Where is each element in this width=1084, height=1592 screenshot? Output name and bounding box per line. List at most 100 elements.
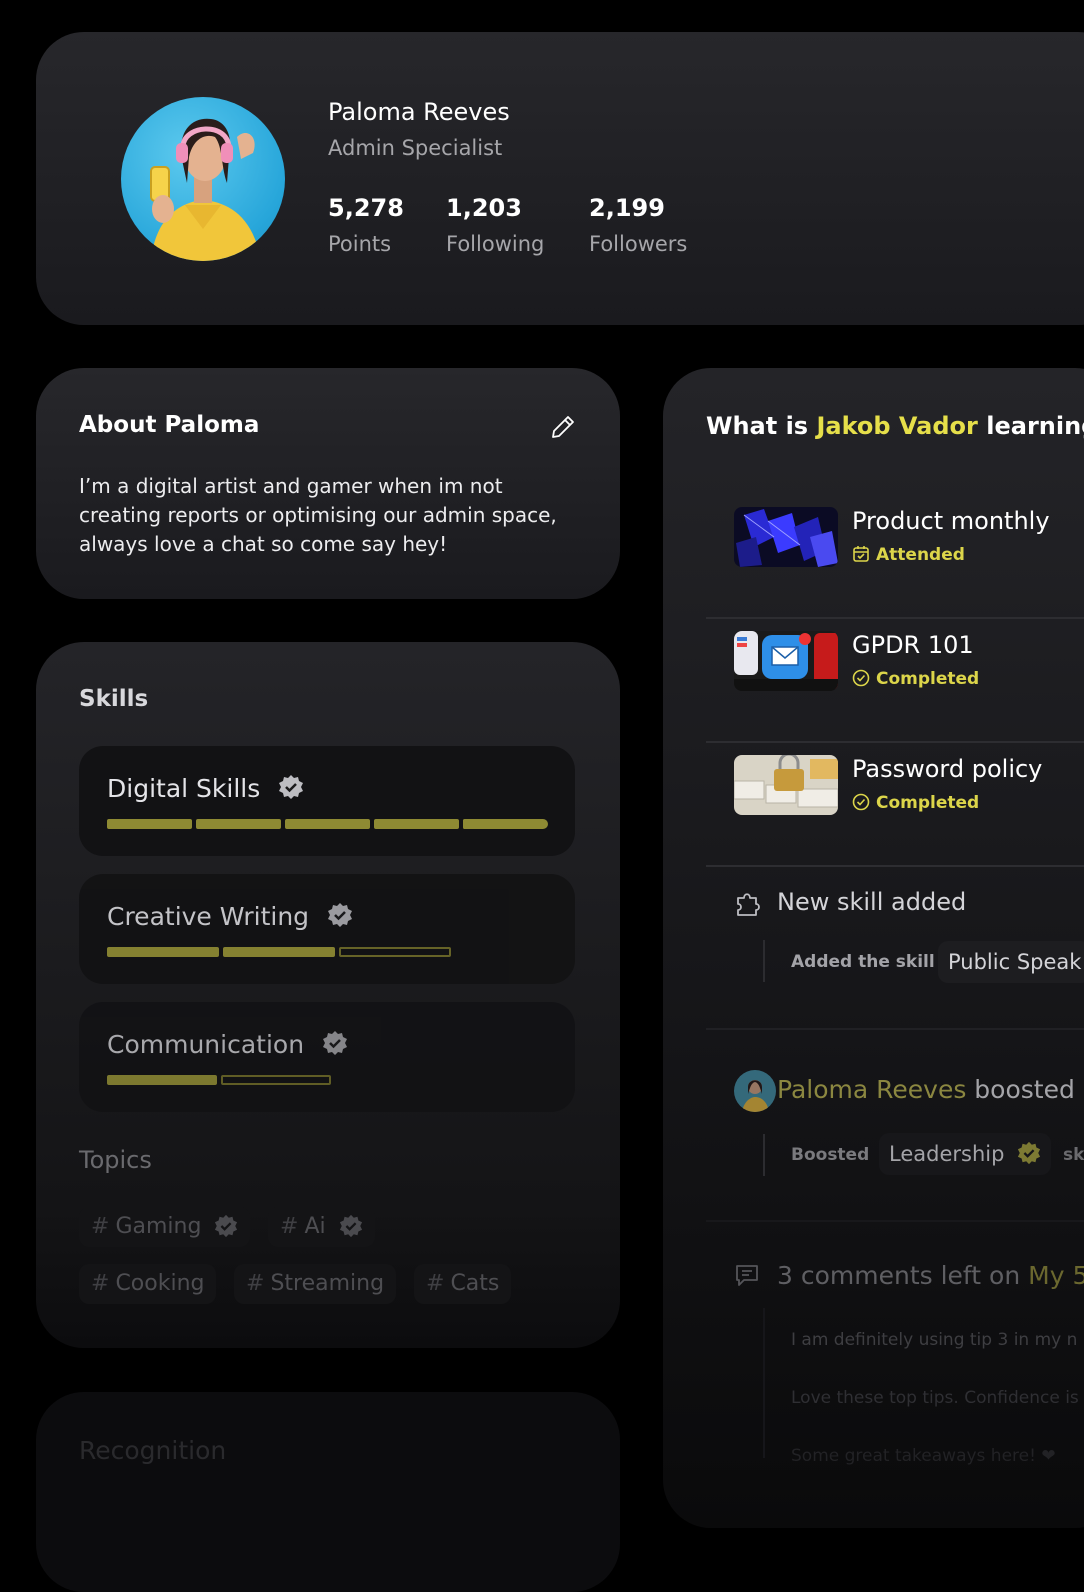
calendar-check-icon — [853, 546, 869, 562]
activity-title: New skill added — [777, 888, 967, 916]
about-text: I’m a digital artist and gamer when im n… — [79, 474, 557, 556]
divider — [706, 1220, 1084, 1222]
skill-communication[interactable]: Communication — [79, 1002, 575, 1112]
overflow-text: sk — [1063, 1145, 1084, 1165]
learning-title: What is Jakob Vador learning? — [706, 412, 1084, 440]
skill-digital-skills[interactable]: Digital Skills — [79, 746, 575, 856]
verified-badge-icon — [215, 1214, 238, 1238]
topic-cats[interactable]: # Cats — [414, 1264, 512, 1304]
activity-label: Boosted — [791, 1145, 870, 1165]
pencil-icon[interactable] — [549, 413, 577, 441]
activity-label: Added the skill — [791, 952, 935, 972]
points-label: Points — [328, 232, 392, 256]
skill-chip[interactable]: Public Speak — [938, 941, 1084, 983]
verified-badge-icon — [322, 1030, 348, 1062]
level-segment-empty — [339, 947, 451, 957]
level-segment — [285, 819, 370, 829]
profile-name: Paloma Reeves — [328, 98, 510, 126]
level-segment — [463, 819, 548, 829]
topic-cooking[interactable]: # Cooking — [79, 1264, 217, 1304]
level-segment — [374, 819, 459, 829]
topic-label: Gaming — [115, 1214, 202, 1239]
skills-card: Skills Digital Skills Creative Writing C… — [36, 642, 620, 1348]
topic-streaming[interactable]: # Streaming — [234, 1264, 397, 1304]
course-name: Product monthly — [852, 507, 1050, 535]
divider — [706, 1028, 1084, 1030]
topic-label: Ai — [304, 1214, 326, 1239]
comment-text: Some great takeaways here! ❤ — [791, 1446, 1056, 1466]
skill-name: Communication — [107, 1030, 305, 1059]
topic-ai[interactable]: # Ai — [268, 1207, 375, 1247]
following-value[interactable]: 1,203 — [446, 194, 522, 222]
level-segment — [196, 819, 281, 829]
hash-icon: # — [91, 1214, 110, 1239]
level-segment-empty — [221, 1075, 331, 1085]
level-segment — [107, 1075, 217, 1085]
level-segment — [223, 947, 335, 957]
skill-name: Digital Skills — [107, 774, 261, 803]
skill-level-bar — [107, 947, 451, 957]
chip-label: Leadership — [889, 1142, 1005, 1166]
skill-chip[interactable]: Leadership — [879, 1133, 1052, 1175]
verified-badge-icon — [327, 902, 353, 934]
check-circle-icon — [852, 669, 870, 687]
hash-icon: # — [246, 1271, 265, 1296]
skills-title: Skills — [79, 686, 149, 712]
check-circle-icon — [852, 793, 870, 811]
hash-icon: # — [91, 1271, 110, 1296]
skill-creative-writing[interactable]: Creative Writing — [79, 874, 575, 984]
course-thumbnail — [734, 507, 838, 567]
hash-icon: # — [426, 1271, 445, 1296]
recognition-card: Recognition — [36, 1392, 620, 1592]
timeline-line — [763, 1134, 765, 1176]
puzzle-icon — [734, 890, 762, 922]
level-segment — [107, 947, 219, 957]
topic-gaming[interactable]: # Gaming — [79, 1207, 251, 1247]
hash-icon: # — [280, 1214, 299, 1239]
timeline-line — [763, 940, 765, 982]
verified-badge-icon — [1018, 1141, 1041, 1165]
course-item[interactable]: GPDR 101 Completed — [706, 617, 1084, 743]
avatar[interactable] — [734, 1070, 776, 1112]
level-segment — [107, 819, 192, 829]
about-title: About Paloma — [79, 412, 260, 438]
profile-card: Paloma Reeves Admin Specialist 5,278 Poi… — [36, 32, 1084, 325]
boost-actor[interactable]: Paloma Reeves — [777, 1075, 966, 1104]
learning-card: What is Jakob Vador learning? Product mo… — [663, 368, 1084, 1528]
comment-text: I am definitely using tip 3 in my n — [791, 1330, 1078, 1350]
title-prefix: What is — [706, 412, 817, 440]
profile-avatar[interactable] — [121, 97, 285, 261]
comments-count: 3 comments left on — [777, 1261, 1021, 1290]
skill-level-bar — [107, 819, 548, 829]
course-name: Password policy — [852, 755, 1043, 783]
boost-action: boosted — [966, 1075, 1075, 1104]
course-name: GPDR 101 — [852, 631, 974, 659]
course-status: Completed — [876, 669, 980, 689]
course-item[interactable]: Password policy Completed — [706, 741, 1084, 867]
verified-badge-icon — [278, 774, 304, 806]
topic-label: Cats — [450, 1271, 500, 1296]
comments-target[interactable]: My 5 — [1020, 1261, 1084, 1290]
about-card: About Paloma I’m a digital artist and ga… — [36, 368, 620, 599]
verified-badge-icon — [339, 1214, 362, 1238]
course-item[interactable]: Product monthly Attended — [706, 493, 1084, 619]
profile-role: Admin Specialist — [328, 136, 503, 160]
points-value: 5,278 — [328, 194, 404, 222]
comment-text: Love these top tips. Confidence is — [791, 1388, 1079, 1408]
course-status: Completed — [876, 793, 980, 813]
followers-label[interactable]: Followers — [589, 232, 687, 256]
timeline-line — [763, 1308, 765, 1458]
learner-name[interactable]: Jakob Vador — [816, 412, 977, 440]
topics-title: Topics — [79, 1146, 152, 1174]
skill-name: Creative Writing — [107, 902, 310, 931]
course-thumbnail — [734, 755, 838, 815]
skill-level-bar — [107, 1075, 331, 1085]
course-thumbnail — [734, 631, 838, 691]
title-suffix: learning? — [986, 412, 1084, 440]
topic-label: Streaming — [270, 1271, 385, 1296]
following-label[interactable]: Following — [446, 232, 544, 256]
followers-value[interactable]: 2,199 — [589, 194, 665, 222]
comment-icon — [734, 1262, 760, 1292]
recognition-title: Recognition — [79, 1436, 227, 1465]
course-status: Attended — [876, 545, 965, 565]
